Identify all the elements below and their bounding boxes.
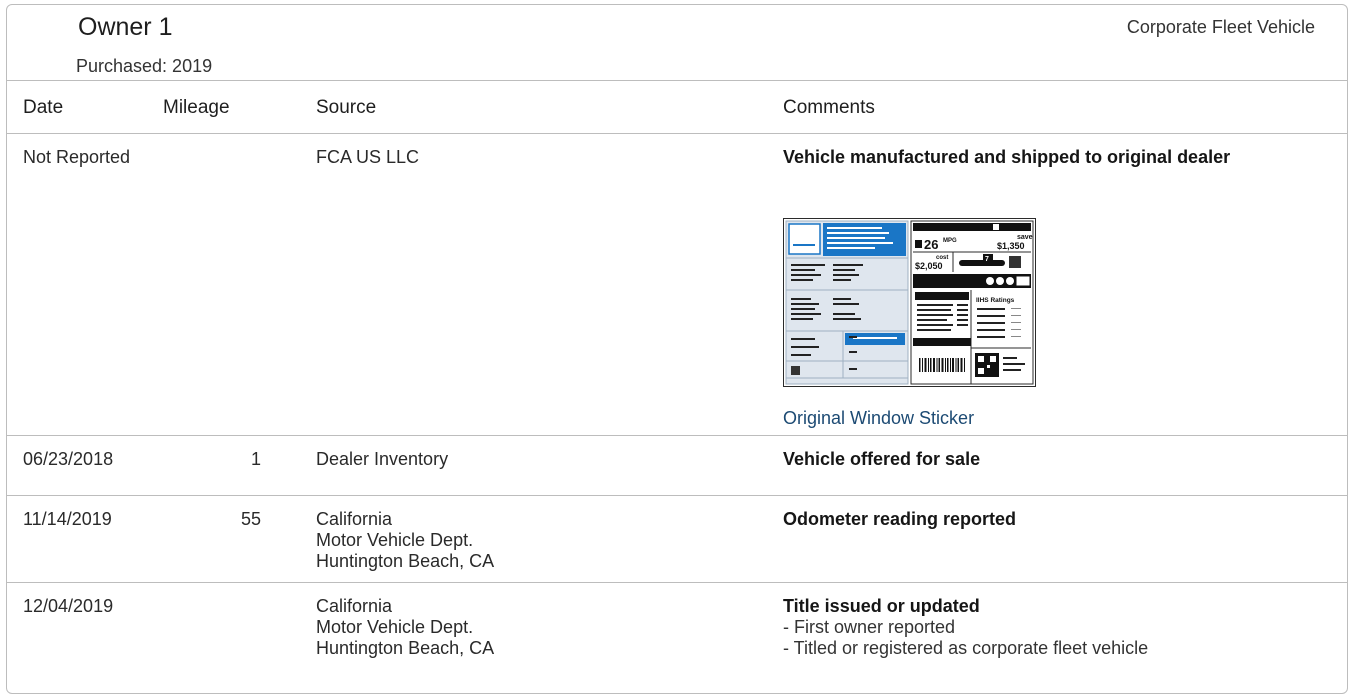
row-comments: Vehicle offered for sale bbox=[783, 449, 1303, 470]
owner-history-card: Owner 1 Purchased: 2019 Corporate Fleet … bbox=[6, 4, 1348, 694]
owner-title: Owner 1 bbox=[78, 13, 173, 41]
row-mileage: 55 bbox=[240, 509, 261, 529]
row-mileage: 1 bbox=[250, 449, 261, 469]
table-row: 11/14/2019 55 California Motor Vehicle D… bbox=[7, 496, 1347, 583]
table-row: Not Reported FCA US LLC Vehicle manufact… bbox=[7, 134, 1347, 436]
row-source-line: Motor Vehicle Dept. bbox=[316, 617, 474, 637]
row-date: Not Reported bbox=[23, 147, 143, 168]
row-source: California Motor Vehicle Dept. Huntingto… bbox=[316, 596, 756, 659]
row-source: FCA US LLC bbox=[316, 147, 756, 168]
table-row: 06/23/2018 1 Dealer Inventory Vehicle of… bbox=[7, 436, 1347, 496]
row-comment-headline: Vehicle offered for sale bbox=[783, 449, 981, 469]
row-date-text: Not Reported bbox=[23, 147, 131, 167]
row-source-line: California bbox=[316, 596, 393, 616]
row-comment-headline: Title issued or updated bbox=[783, 596, 980, 616]
sticker-cost-amount: $2,050 bbox=[915, 261, 943, 271]
sticker-mpg: 26 bbox=[924, 237, 938, 252]
row-source: Dealer Inventory bbox=[316, 449, 756, 470]
row-source-line: Motor Vehicle Dept. bbox=[316, 530, 474, 550]
owner-header: Owner 1 Purchased: 2019 Corporate Fleet … bbox=[7, 5, 1347, 80]
table-row: 12/04/2019 California Motor Vehicle Dept… bbox=[7, 583, 1347, 683]
row-source-line: Dealer Inventory bbox=[316, 449, 449, 469]
sticker-ratings-label: IIHS Ratings bbox=[976, 297, 1015, 304]
row-comment-detail: - First owner reported bbox=[783, 617, 956, 637]
column-header-comments: Comments bbox=[783, 97, 875, 118]
window-sticker-thumbnail-icon[interactable]: 26 MPG save $1,350 cost $2,050 7 IIHS Ra… bbox=[783, 218, 1036, 387]
original-window-sticker-link[interactable]: Original Window Sticker bbox=[783, 408, 974, 429]
row-source-line: California bbox=[316, 509, 393, 529]
sticker-rating: 7 bbox=[985, 256, 989, 263]
owner-vehicle-type: Corporate Fleet Vehicle bbox=[1126, 17, 1315, 37]
sticker-mpg-unit: MPG bbox=[943, 238, 957, 244]
sticker-save-label: save bbox=[1017, 234, 1033, 241]
row-comment-headline: Odometer reading reported bbox=[783, 509, 1017, 529]
row-comment-detail: - Titled or registered as corporate flee… bbox=[783, 638, 1149, 658]
row-date: 12/04/2019 bbox=[23, 596, 114, 616]
row-date: 11/14/2019 bbox=[23, 509, 112, 529]
row-source-line: Huntington Beach, CA bbox=[316, 638, 495, 658]
row-source: California Motor Vehicle Dept. Huntingto… bbox=[316, 509, 756, 572]
row-comments: Odometer reading reported bbox=[783, 509, 1303, 530]
column-header-date: Date bbox=[23, 97, 64, 118]
row-comments: Vehicle manufactured and shipped to orig… bbox=[783, 147, 1303, 168]
row-comments: Title issued or updated - First owner re… bbox=[783, 596, 1303, 659]
column-header-mileage: Mileage bbox=[163, 97, 230, 118]
owner-purchased-year: Purchased: 2019 bbox=[76, 56, 213, 76]
row-date: 06/23/2018 bbox=[23, 449, 114, 469]
sticker-save-amount: $1,350 bbox=[997, 241, 1025, 251]
column-header-source: Source bbox=[316, 97, 377, 118]
table-header: Date Mileage Source Comments bbox=[7, 80, 1347, 134]
row-source-line: FCA US LLC bbox=[316, 147, 420, 167]
row-comment-headline: Vehicle manufactured and shipped to orig… bbox=[783, 147, 1231, 167]
row-source-line: Huntington Beach, CA bbox=[316, 551, 495, 571]
